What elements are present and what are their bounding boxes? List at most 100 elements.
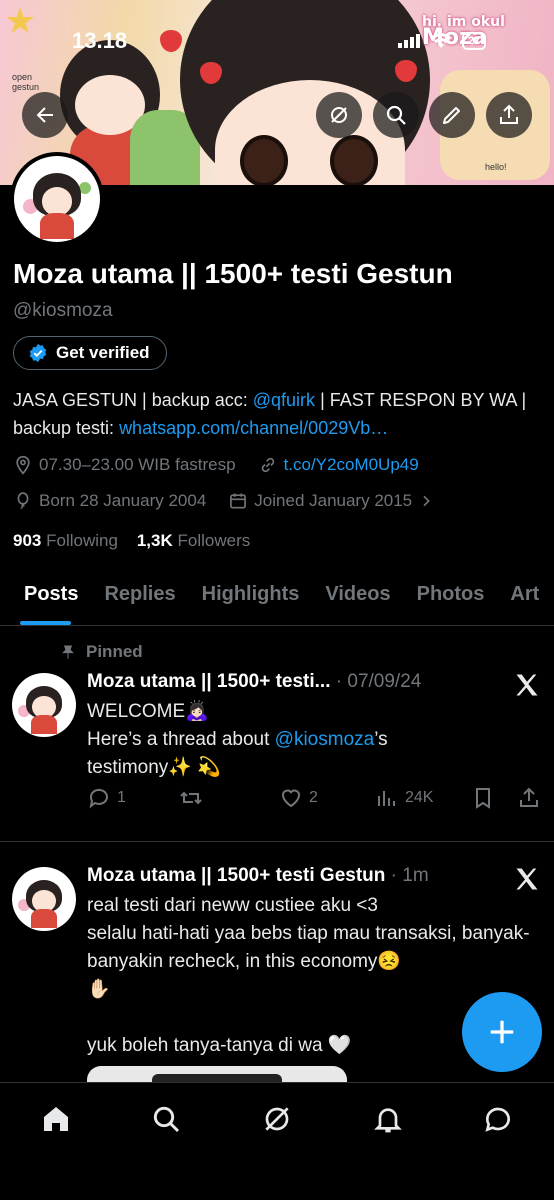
nav-notifications[interactable] bbox=[370, 1101, 406, 1137]
followers-link[interactable]: 1,3K Followers bbox=[137, 531, 250, 550]
grok-button[interactable] bbox=[316, 92, 362, 138]
following-count: 903 bbox=[13, 531, 42, 550]
status-icons: 27 bbox=[398, 32, 487, 50]
notifications-icon bbox=[374, 1108, 402, 1133]
back-button[interactable] bbox=[22, 92, 68, 138]
repost-icon bbox=[180, 791, 202, 805]
verified-badge-icon bbox=[29, 343, 47, 363]
born-text: Born 28 January 2004 bbox=[39, 491, 207, 510]
display-name: Moza utama || 1500+ testi Gestun bbox=[13, 258, 453, 289]
home-icon bbox=[44, 1107, 68, 1131]
views-count: 24K bbox=[405, 789, 434, 806]
tab-photos[interactable]: Photos bbox=[404, 570, 498, 625]
edit-icon bbox=[443, 107, 460, 124]
balloon-icon bbox=[17, 492, 29, 509]
following-link[interactable]: 903 Following bbox=[13, 531, 118, 550]
compose-button[interactable] bbox=[462, 992, 542, 1072]
back-arrow-icon bbox=[36, 107, 53, 123]
post-text-line: Here’s a thread about bbox=[87, 729, 275, 750]
share-post-button[interactable] bbox=[517, 786, 541, 810]
post-header[interactable]: Moza utama || 1500+ testi Gestun · 1m bbox=[87, 865, 429, 887]
tab-posts[interactable]: Posts bbox=[0, 570, 91, 625]
grok-icon bbox=[265, 1107, 289, 1131]
bio-mention-link[interactable]: @qfuirk bbox=[253, 390, 315, 410]
like-button[interactable]: 2 bbox=[279, 786, 318, 810]
post-text: WELCOME🙇🏻‍♀️ Here’s a thread about @kios… bbox=[87, 698, 542, 782]
views-button[interactable]: 24K bbox=[375, 786, 433, 810]
post-author: Moza utama || 1500+ testi... bbox=[87, 671, 331, 692]
avatar-body bbox=[31, 715, 57, 735]
bio-url-link[interactable]: whatsapp.com/channel/0029Vb… bbox=[119, 418, 388, 438]
get-verified-button[interactable]: Get verified bbox=[13, 336, 167, 370]
avatar-decoration bbox=[79, 181, 92, 194]
bookmark-icon bbox=[476, 788, 490, 809]
post-text-line: testimony✨ 💫 bbox=[87, 757, 221, 778]
followers-count: 1,3K bbox=[136, 531, 173, 550]
reply-icon bbox=[89, 788, 108, 809]
x-logo-icon[interactable] bbox=[513, 671, 541, 699]
meta-row-location-website: 07.30–23.00 WIB fastresp t.co/Y2coM0Up49 bbox=[13, 455, 419, 475]
post-text-line: ’s bbox=[374, 729, 388, 750]
post-text-line: WELCOME🙇🏻‍♀️ bbox=[87, 701, 209, 722]
bookmark-button[interactable] bbox=[471, 786, 495, 810]
followers-label: Followers bbox=[177, 531, 251, 550]
grok-icon bbox=[331, 107, 347, 123]
nav-explore[interactable] bbox=[148, 1101, 184, 1137]
post-avatar[interactable] bbox=[12, 867, 76, 931]
share-button[interactable] bbox=[486, 92, 532, 138]
post-author: Moza utama || 1500+ testi Gestun bbox=[87, 865, 386, 886]
chevron-right-icon[interactable] bbox=[418, 493, 434, 509]
avatar-body bbox=[31, 909, 57, 929]
post-actions: 1 2 24K bbox=[87, 786, 547, 816]
bio-text: JASA GESTUN | backup acc: bbox=[13, 390, 253, 410]
banner-corner-text: open gestun bbox=[12, 72, 40, 92]
banner-hello-text: hello! bbox=[485, 162, 507, 172]
nav-messages[interactable] bbox=[480, 1101, 516, 1137]
tab-articles[interactable]: Art bbox=[497, 570, 552, 625]
location-icon bbox=[16, 455, 30, 475]
tab-highlights[interactable]: Highlights bbox=[189, 570, 313, 625]
banner-illustration-eye bbox=[330, 135, 378, 185]
avatar-image bbox=[14, 156, 100, 242]
nav-grok[interactable] bbox=[259, 1101, 295, 1137]
messages-icon bbox=[485, 1107, 510, 1132]
reply-count: 1 bbox=[117, 789, 126, 806]
compose-plus-icon bbox=[490, 1020, 514, 1044]
post-divider bbox=[0, 841, 554, 842]
post-mention-link[interactable]: @kiosmoza bbox=[275, 729, 375, 750]
post-header[interactable]: Moza utama || 1500+ testi... · 07/09/24 bbox=[87, 671, 421, 693]
x-logo-icon[interactable] bbox=[513, 865, 541, 893]
handle: @kiosmoza bbox=[13, 300, 113, 321]
bottom-navigation bbox=[0, 1082, 554, 1200]
post-avatar[interactable] bbox=[12, 673, 76, 737]
views-icon bbox=[378, 791, 395, 806]
profile-avatar[interactable] bbox=[10, 152, 104, 246]
tab-videos[interactable]: Videos bbox=[312, 570, 403, 625]
nav-home[interactable] bbox=[38, 1101, 74, 1137]
share-icon bbox=[520, 787, 538, 807]
explore-icon bbox=[153, 1106, 180, 1133]
wifi-icon bbox=[430, 33, 452, 48]
post-time: · 1m bbox=[390, 865, 429, 886]
like-count: 2 bbox=[309, 789, 318, 806]
share-icon bbox=[500, 104, 518, 124]
profile-tabs: Posts Replies Highlights Videos Photos A… bbox=[0, 570, 554, 626]
tab-replies[interactable]: Replies bbox=[91, 570, 188, 625]
location-text: 07.30–23.00 WIB fastresp bbox=[39, 455, 236, 474]
edit-profile-button[interactable] bbox=[429, 92, 475, 138]
website-link[interactable]: t.co/Y2coM0Up49 bbox=[284, 455, 419, 475]
joined-text: Joined January 2015 bbox=[254, 491, 413, 510]
search-button[interactable] bbox=[373, 92, 419, 138]
signal-icon bbox=[398, 34, 420, 48]
avatar-body bbox=[39, 212, 75, 239]
status-time: 13.18 bbox=[72, 28, 128, 53]
get-verified-label: Get verified bbox=[56, 343, 150, 362]
link-icon bbox=[261, 457, 274, 473]
follow-counts: 903 Following 1,3K Followers bbox=[13, 531, 250, 551]
like-icon bbox=[281, 789, 301, 808]
star-decoration: ★ bbox=[4, 0, 37, 41]
reply-button[interactable]: 1 bbox=[87, 786, 126, 810]
calendar-icon bbox=[230, 493, 247, 509]
pinned-text: Pinned bbox=[86, 642, 143, 661]
repost-button[interactable] bbox=[179, 786, 203, 810]
